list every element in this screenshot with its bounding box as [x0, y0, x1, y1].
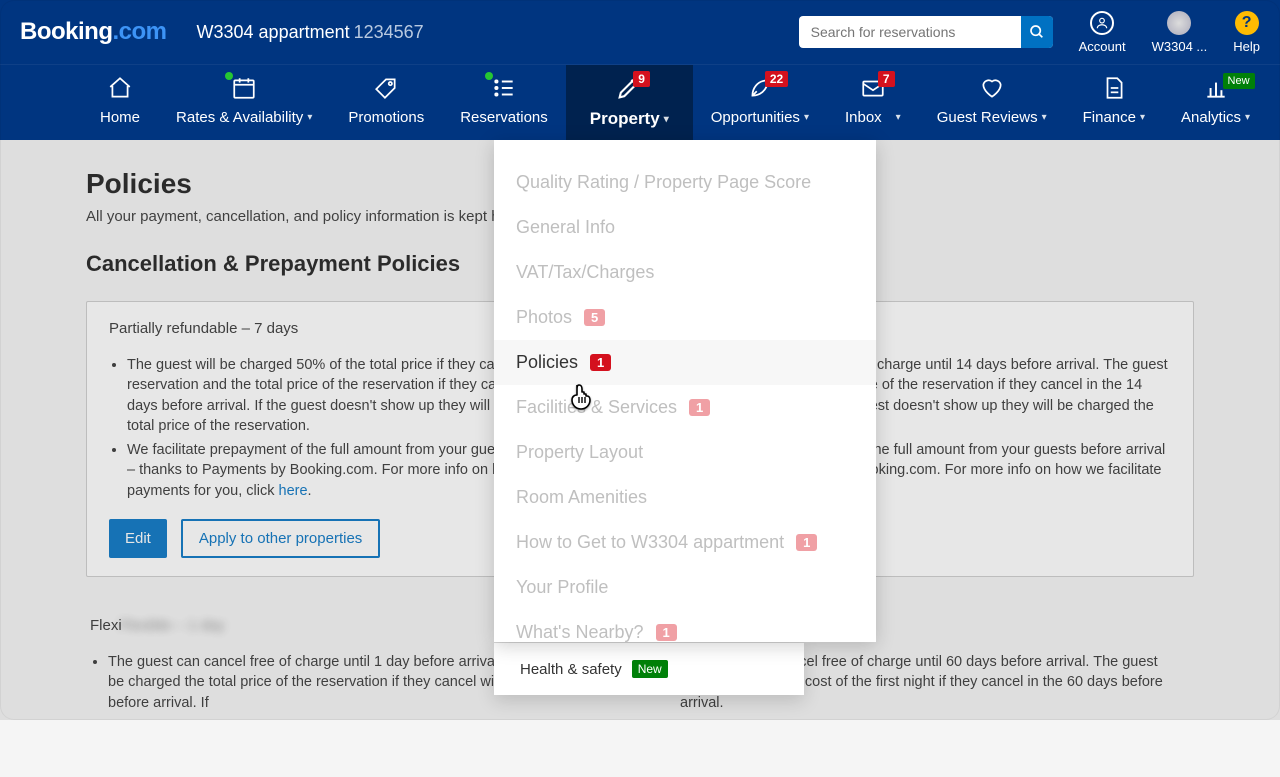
nav-inbox[interactable]: 7 Inbox▾: [827, 65, 919, 140]
new-badge: New: [632, 660, 668, 678]
nav-reservations[interactable]: Reservations: [442, 65, 566, 140]
nav-property[interactable]: 9 Property▾: [566, 65, 693, 140]
badge: 1: [656, 624, 677, 641]
dd-facilities[interactable]: Facilities & Services1: [494, 385, 876, 430]
list-icon: [491, 75, 517, 101]
account-label: Account: [1079, 39, 1126, 54]
nav-finance[interactable]: Finance▾: [1065, 65, 1163, 140]
chevron-down-icon: ▾: [664, 114, 669, 125]
health-safety-popup[interactable]: Health & safety New: [494, 643, 804, 695]
chevron-down-icon: ▾: [896, 112, 901, 123]
dd-general-info[interactable]: General Info: [494, 205, 876, 250]
logo[interactable]: Booking.com: [20, 18, 167, 46]
badge: 1: [590, 354, 611, 371]
property-id: 1234567: [354, 22, 424, 42]
account-menu[interactable]: Account: [1079, 11, 1126, 54]
property-name: W3304 appartment1234567: [197, 22, 424, 43]
property-short-label: W3304 ...: [1152, 39, 1208, 54]
nav-promotions[interactable]: Promotions: [330, 65, 442, 140]
nav-rates[interactable]: Rates & Availability▾: [158, 65, 330, 140]
new-badge: New: [1223, 73, 1255, 89]
help-menu[interactable]: ? Help: [1233, 11, 1260, 54]
dd-room-amenities[interactable]: Room Amenities: [494, 475, 876, 520]
chevron-down-icon: ▾: [1140, 112, 1145, 123]
main-nav: Home Rates & Availability▾ Promotions Re…: [0, 64, 1280, 140]
status-dot-icon: [485, 72, 493, 80]
badge: 1: [689, 399, 710, 416]
dd-your-profile[interactable]: Your Profile: [494, 565, 876, 610]
help-icon: ?: [1235, 11, 1259, 35]
document-icon: [1101, 75, 1127, 101]
search-button[interactable]: [1021, 16, 1053, 48]
dd-how-to-get[interactable]: How to Get to W3304 appartment1: [494, 520, 876, 565]
search-icon: [1029, 24, 1045, 40]
dd-whats-nearby[interactable]: What's Nearby?1: [494, 610, 876, 642]
help-label: Help: [1233, 39, 1260, 54]
home-icon: [107, 75, 133, 101]
badge: 22: [765, 71, 788, 87]
badge: 7: [878, 71, 895, 87]
nav-home[interactable]: Home: [0, 65, 158, 140]
badge: 9: [633, 71, 650, 87]
chevron-down-icon: ▾: [1245, 112, 1250, 123]
property-dropdown: Quality Rating / Property Page Score Gen…: [494, 140, 876, 642]
logo-text-suffix: .com: [113, 18, 167, 45]
chevron-down-icon: ▾: [307, 112, 312, 123]
health-safety-label: Health & safety: [520, 661, 622, 678]
dd-quality-rating[interactable]: Quality Rating / Property Page Score: [494, 160, 876, 205]
property-switcher[interactable]: W3304 ...: [1152, 11, 1208, 54]
dd-property-layout[interactable]: Property Layout: [494, 430, 876, 475]
dd-photos[interactable]: Photos5: [494, 295, 876, 340]
logo-text-main: Booking: [20, 18, 113, 45]
nav-opportunities[interactable]: 22 Opportunities▾: [693, 65, 827, 140]
search-box[interactable]: [799, 16, 1053, 48]
dd-policies[interactable]: Policies1: [494, 340, 876, 385]
search-input[interactable]: [799, 24, 1021, 40]
tag-icon: [373, 75, 399, 101]
nav-guest-reviews[interactable]: Guest Reviews▾: [919, 65, 1065, 140]
chevron-down-icon: ▾: [1042, 112, 1047, 123]
top-bar: Booking.com W3304 appartment1234567 Acco…: [0, 0, 1280, 64]
badge: 5: [584, 309, 605, 326]
avatar-icon: [1167, 11, 1191, 35]
calendar-icon: [231, 75, 257, 101]
nav-analytics[interactable]: New Analytics▾: [1163, 65, 1268, 140]
account-icon: [1090, 11, 1114, 35]
heart-icon: [979, 75, 1005, 101]
dd-vat-tax[interactable]: VAT/Tax/Charges: [494, 250, 876, 295]
badge: 1: [796, 534, 817, 551]
chevron-down-icon: ▾: [804, 112, 809, 123]
